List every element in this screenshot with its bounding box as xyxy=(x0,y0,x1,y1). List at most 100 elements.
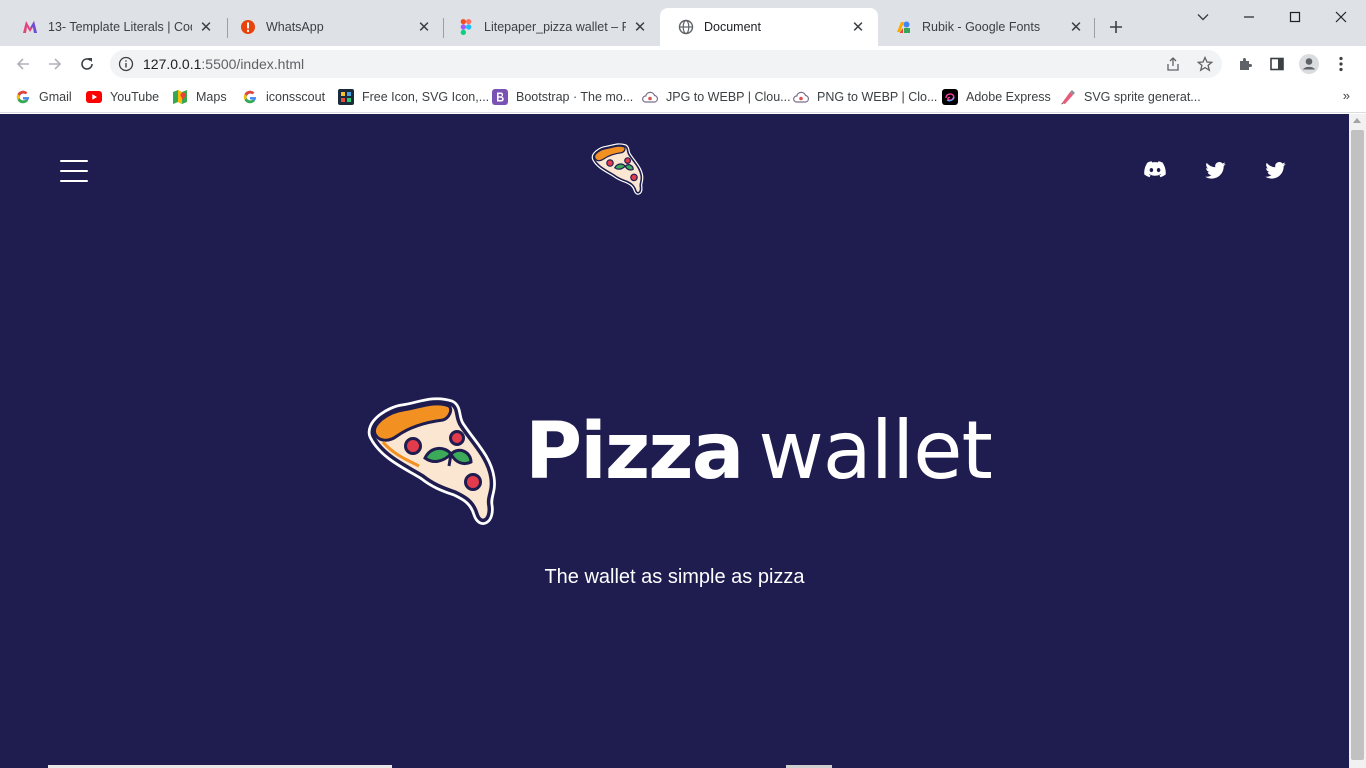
bookmark-label: iconsscout xyxy=(266,90,326,104)
bookmark-youtube[interactable]: YouTube xyxy=(86,87,159,107)
hamburger-line xyxy=(60,180,88,182)
side-panel-icon xyxy=(1270,57,1284,71)
arrow-right-icon xyxy=(49,58,62,70)
close-icon[interactable]: ✕ xyxy=(632,19,648,36)
more-bookmarks-button[interactable]: » xyxy=(1343,88,1350,103)
tab-whatsapp[interactable]: WhatsApp ✕ xyxy=(222,8,444,46)
profile-button[interactable] xyxy=(1297,52,1321,76)
scroll-up-arrow-icon[interactable] xyxy=(1353,118,1361,123)
bookmark-label: SVG sprite generat... xyxy=(1084,90,1201,104)
bootstrap-icon xyxy=(492,89,508,105)
tab-title: Rubik - Google Fonts xyxy=(922,20,1041,34)
bookmark-label: Gmail xyxy=(39,90,72,104)
hero-tagline: The wallet as simple as pizza xyxy=(544,566,805,588)
reload-icon xyxy=(81,58,93,70)
pizza-slice-icon xyxy=(367,397,496,525)
bookmark-iconsscout[interactable]: iconsscout xyxy=(242,87,325,107)
reload-button[interactable] xyxy=(73,50,101,78)
url-host: 127.0.0.1 xyxy=(143,56,202,72)
cloud-icon xyxy=(793,89,809,105)
side-panel-button[interactable] xyxy=(1265,52,1289,76)
page-viewport: Pizza wallet The wallet as simple as piz… xyxy=(0,114,1349,768)
tab-title: Litepaper_pizza wallet – Figm xyxy=(484,20,626,34)
bookmark-label: Free Icon, SVG Icon,... xyxy=(362,90,490,104)
free-icon-icon xyxy=(338,89,354,105)
kebab-menu-icon xyxy=(1339,56,1343,72)
tab-separator xyxy=(1094,18,1095,38)
bookmark-gmail[interactable]: Gmail xyxy=(15,87,72,107)
close-icon[interactable]: ✕ xyxy=(1068,19,1084,36)
brand-name-bold: Pizza xyxy=(525,407,744,497)
address-bar[interactable]: 127.0.0.1:5500/index.html xyxy=(110,50,1222,78)
star-icon[interactable] xyxy=(1196,55,1214,73)
tab-template-literals[interactable]: 13- Template Literals | Code ✕ xyxy=(4,8,226,46)
google-icon xyxy=(242,89,258,105)
tab-title: WhatsApp xyxy=(266,20,324,34)
discord-icon[interactable] xyxy=(1143,158,1167,182)
back-button[interactable] xyxy=(9,50,37,78)
figma-icon xyxy=(458,19,474,35)
m-logo-icon xyxy=(22,19,38,35)
svg-sprite-icon xyxy=(1060,89,1076,105)
bookmark-adobe-express[interactable]: Adobe Express xyxy=(942,87,1051,107)
extensions-button[interactable] xyxy=(1233,52,1257,76)
bookmark-label: PNG to WEBP | Clo... xyxy=(817,90,938,104)
close-icon[interactable]: ✕ xyxy=(416,19,432,36)
bookmark-label: JPG to WEBP | Clou... xyxy=(666,90,791,104)
toolbar: 127.0.0.1:5500/index.html xyxy=(0,46,1366,82)
scrollbar-thumb[interactable] xyxy=(1351,130,1364,760)
bookmark-free-icon[interactable]: Free Icon, SVG Icon,... xyxy=(338,87,489,107)
share-icon[interactable] xyxy=(1164,55,1182,73)
tab-title: 13- Template Literals | Code xyxy=(48,20,192,34)
close-icon[interactable]: ✕ xyxy=(850,19,866,36)
bookmark-label: YouTube xyxy=(110,90,160,104)
chevron-down-icon xyxy=(1197,14,1209,21)
close-icon xyxy=(1335,11,1347,23)
maximize-button[interactable] xyxy=(1272,0,1318,34)
pizza-logo-icon[interactable] xyxy=(590,142,646,200)
hamburger-menu-button[interactable] xyxy=(60,160,90,182)
minimize-button[interactable] xyxy=(1226,0,1272,34)
bookmark-label: Adobe Express xyxy=(966,90,1051,104)
new-tab-button[interactable] xyxy=(1104,15,1128,39)
plus-icon xyxy=(1110,21,1122,33)
adobe-express-icon xyxy=(942,89,958,105)
bookmark-svg-sprite[interactable]: SVG sprite generat... xyxy=(1060,87,1201,107)
close-icon[interactable]: ✕ xyxy=(198,19,214,36)
brand-wordmark: Pizza wallet xyxy=(525,404,993,497)
tab-rubik-google-fonts[interactable]: Rubik - Google Fonts ✕ xyxy=(878,8,1096,46)
menu-button[interactable] xyxy=(1329,52,1353,76)
minimize-icon xyxy=(1244,16,1254,18)
bookmark-label: Bootstrap · The mo... xyxy=(516,90,634,104)
tab-search-button[interactable] xyxy=(1180,0,1226,34)
bookmark-label: Maps xyxy=(196,90,227,104)
twitter-icon[interactable] xyxy=(1203,158,1227,182)
bookmarks-bar: Gmail YouTube Maps iconsscout Free Icon,… xyxy=(0,82,1366,113)
bookmark-bootstrap[interactable]: Bootstrap · The mo... xyxy=(492,87,633,107)
hamburger-line xyxy=(60,170,88,172)
avatar-icon xyxy=(1299,54,1319,74)
cloud-icon xyxy=(642,89,658,105)
tab-title: Document xyxy=(704,20,761,34)
info-icon[interactable] xyxy=(118,56,134,72)
brand-name-light: wallet xyxy=(758,404,992,497)
url-path: :5500/index.html xyxy=(201,56,305,72)
maps-icon xyxy=(172,89,188,105)
tab-document[interactable]: Document ✕ xyxy=(660,8,878,46)
twitter-icon[interactable] xyxy=(1263,158,1287,182)
google-icon xyxy=(15,89,31,105)
maximize-icon xyxy=(1289,11,1301,23)
bookmark-jpg-to-webp[interactable]: JPG to WEBP | Clou... xyxy=(642,87,791,107)
bookmark-maps[interactable]: Maps xyxy=(172,87,227,107)
vertical-scrollbar[interactable] xyxy=(1349,114,1366,768)
hamburger-line xyxy=(60,160,88,162)
youtube-icon xyxy=(86,89,102,105)
globe-icon xyxy=(678,19,694,35)
whatsapp-alert-icon xyxy=(240,19,256,35)
bookmark-png-to-webp[interactable]: PNG to WEBP | Clo... xyxy=(793,87,937,107)
google-fonts-icon xyxy=(896,19,912,35)
tab-litepaper-figma[interactable]: Litepaper_pizza wallet – Figm ✕ xyxy=(440,8,660,46)
tab-strip: 13- Template Literals | Code ✕ WhatsApp … xyxy=(0,0,1366,46)
close-window-button[interactable] xyxy=(1318,0,1364,34)
forward-button[interactable] xyxy=(41,50,69,78)
